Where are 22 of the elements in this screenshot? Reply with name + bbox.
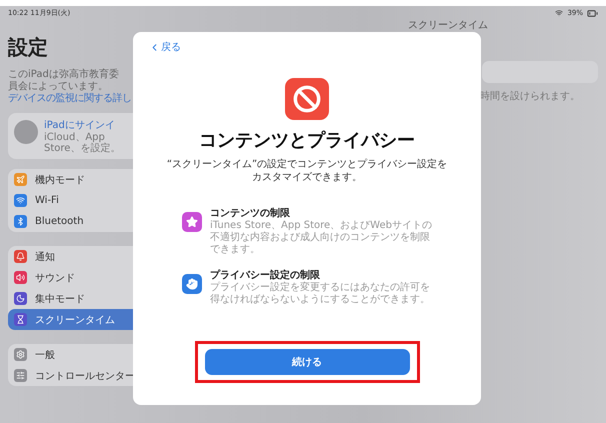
settings-field[interactable] xyxy=(482,61,598,83)
sidebar-item[interactable]: Bluetooth xyxy=(8,211,200,232)
sidebar-item[interactable]: 集中モード xyxy=(8,288,200,309)
settings-title: 設定 xyxy=(8,34,48,61)
feature-text: iTunes Store、App Store、およびWebサイトの不適切な内容および成人向けのコンテンツを制限できます。 xyxy=(210,220,432,256)
battery-icon xyxy=(587,8,598,18)
detail-title: スクリーンタイム xyxy=(408,20,488,31)
feature-text: プライバシー設定を変更するにはあなたの許可を得なければならないようにすることができます。 xyxy=(210,282,431,306)
sign-in-title: iPadにサインイ xyxy=(44,119,116,132)
wifi-icon xyxy=(555,9,564,17)
back-button[interactable]: 戻る xyxy=(149,40,181,54)
continue-button[interactable]: 続ける xyxy=(204,349,410,375)
sign-in-subtitle: iCloud、App Store、を設定。 xyxy=(44,132,122,154)
sidebar-item[interactable]: 通知 xyxy=(8,246,200,267)
sidebar-item[interactable]: Wi-Fi xyxy=(8,190,200,211)
avatar-icon xyxy=(14,120,38,144)
block-icon xyxy=(285,78,329,120)
sidebar-item[interactable]: サウンド xyxy=(8,267,200,288)
feature-title: コンテンツの制限 xyxy=(210,206,291,220)
feature-title: プライバシー設定の制限 xyxy=(210,268,321,282)
modal-title: コンテンツとプライバシー xyxy=(199,129,415,152)
sidebar-item[interactable]: 一般 xyxy=(8,344,200,365)
